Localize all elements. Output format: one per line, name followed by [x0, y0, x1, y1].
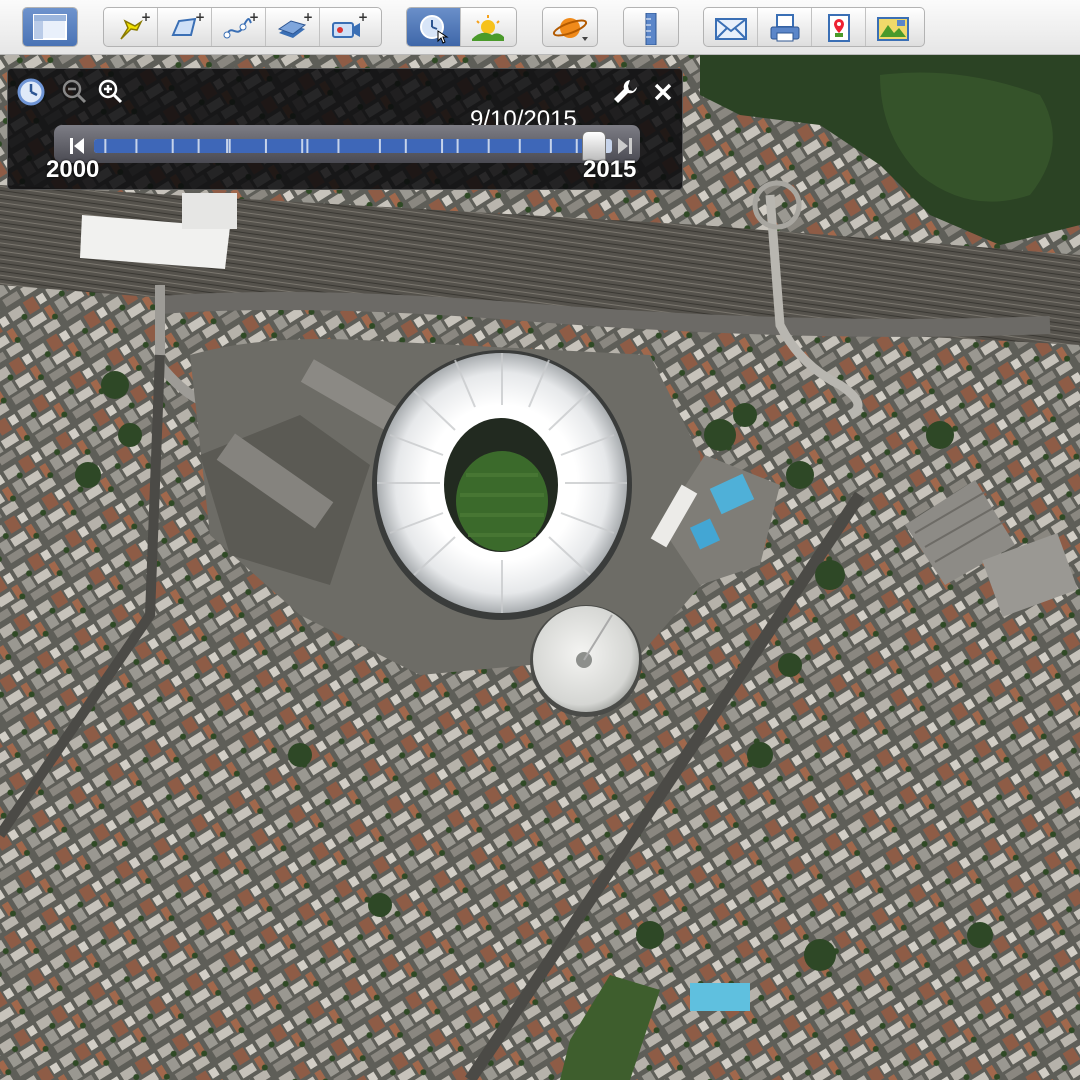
imagery-date-tick	[549, 139, 552, 153]
imagery-date-tick	[378, 139, 381, 153]
start-year-label: 2000	[46, 156, 100, 183]
switch-planet-button[interactable]	[542, 7, 598, 47]
previous-image-button[interactable]	[68, 135, 86, 157]
zoom-in-icon	[98, 79, 123, 104]
historical-imagery-button[interactable]	[407, 8, 461, 46]
add-image-overlay-button[interactable]: +	[266, 8, 320, 46]
imagery-date-tick	[226, 139, 229, 153]
ruler-button[interactable]	[623, 7, 679, 47]
print-button[interactable]	[758, 8, 812, 46]
skip-back-icon	[70, 138, 84, 154]
imagery-date-tick	[104, 139, 107, 153]
add-placemark-button[interactable]: +	[104, 8, 158, 46]
imagery-date-tick	[487, 139, 490, 153]
map-pin-icon	[828, 14, 850, 42]
clock-history-icon	[420, 15, 449, 44]
share-tools-group	[703, 7, 925, 47]
next-image-button[interactable]	[616, 135, 634, 157]
save-image-button[interactable]	[866, 8, 920, 46]
skip-forward-icon	[618, 138, 632, 154]
imagery-date-tick	[404, 139, 407, 153]
zoom-out-time-button[interactable]	[60, 77, 90, 107]
hide-sidebar-button[interactable]	[22, 7, 78, 47]
view-tools-group	[406, 7, 517, 47]
satellite-map-view[interactable]	[0, 55, 1080, 1080]
zoom-out-icon	[62, 79, 87, 104]
clock-icon	[17, 78, 45, 106]
planet-icon	[543, 8, 597, 46]
save-image-icon	[877, 17, 909, 41]
imagery-date-tick	[456, 139, 459, 153]
satellite-imagery	[0, 55, 1080, 1080]
add-path-button[interactable]: +	[212, 8, 266, 46]
imagery-date-tick	[197, 139, 200, 153]
historical-imagery-panel: 9/10/2015 2000 2015	[7, 68, 683, 190]
sidebar-panel-icon	[23, 8, 77, 46]
imagery-date-tick	[301, 139, 304, 153]
imagery-date-tick	[518, 139, 521, 153]
end-year-label: 2015	[583, 156, 637, 183]
wrench-icon	[614, 80, 637, 103]
zoom-in-time-button[interactable]	[96, 77, 126, 107]
imagery-date-ticks	[104, 139, 578, 153]
add-tools-group: + + + + +	[103, 7, 382, 47]
time-slider-bar[interactable]	[94, 139, 612, 153]
time-settings-button[interactable]	[610, 77, 640, 107]
animate-clock-button[interactable]	[16, 77, 46, 107]
imagery-date-tick	[441, 139, 444, 153]
imagery-date-tick	[337, 139, 340, 153]
view-in-maps-button[interactable]	[812, 8, 866, 46]
imagery-date-tick	[135, 139, 138, 153]
close-icon	[654, 83, 672, 101]
printer-icon	[770, 14, 800, 42]
record-tour-button[interactable]: +	[320, 8, 374, 46]
toolbar: + + + + +	[0, 0, 1080, 55]
sunlight-landscape-icon	[472, 15, 504, 41]
sunlight-button[interactable]	[461, 8, 515, 46]
imagery-date-tick	[228, 139, 231, 153]
imagery-date-tick	[264, 139, 267, 153]
imagery-date-tick	[171, 139, 174, 153]
add-polygon-button[interactable]: +	[158, 8, 212, 46]
imagery-date-tick	[575, 139, 578, 153]
imagery-date-tick	[306, 139, 309, 153]
close-time-panel-button[interactable]	[648, 77, 678, 107]
ruler-icon	[624, 8, 678, 46]
email-button[interactable]	[704, 8, 758, 46]
envelope-icon	[715, 18, 747, 40]
